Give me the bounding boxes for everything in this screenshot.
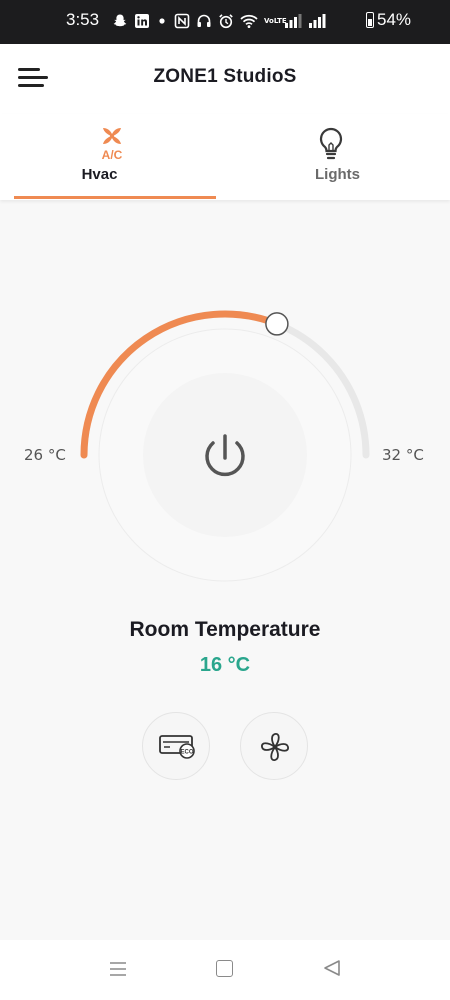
linkedin-icon (135, 14, 149, 28)
navigation-bar (0, 940, 450, 1000)
fan-icon (261, 733, 289, 761)
status-icons: VoLTE (112, 10, 326, 32)
recents-icon[interactable] (108, 960, 128, 978)
tab-lights-label: Lights (315, 166, 360, 183)
bulb-icon (319, 127, 343, 160)
status-time: 3:53 (66, 10, 100, 29)
nfc-icon (174, 13, 190, 29)
battery-indicator: 54% (366, 10, 411, 30)
snapchat-icon (113, 14, 127, 27)
signal-1-icon (285, 14, 302, 28)
room-temperature-value: 16 °C (199, 654, 251, 676)
back-icon[interactable] (322, 958, 342, 978)
eco-ac-icon: ECO (159, 735, 195, 759)
headphones-icon (197, 14, 211, 27)
app-title: ZONE1 StudioS (153, 66, 297, 87)
tab-hvac[interactable]: A/C Hvac (0, 114, 225, 200)
volte-icon: VoLTE (264, 16, 287, 25)
dot-icon (159, 18, 165, 24)
home-icon[interactable] (216, 960, 233, 977)
eco-mode-button[interactable]: ECO (142, 712, 210, 780)
active-tab-indicator (14, 196, 216, 199)
eco-icon-text: ECO (180, 750, 193, 756)
tab-bar: A/C Hvac Lights (0, 114, 450, 200)
thermostat-dial[interactable] (0, 200, 450, 620)
battery-icon (366, 12, 374, 28)
alarm-icon (219, 14, 233, 29)
temperature-knob[interactable] (265, 312, 289, 336)
ac-icon-text: A/C (102, 148, 123, 162)
signal-2-icon (309, 14, 326, 28)
fan-button[interactable] (240, 712, 308, 780)
tab-lights[interactable]: Lights (225, 114, 450, 200)
wifi-icon (240, 14, 258, 28)
min-temp-label: 26 °C (24, 446, 66, 464)
status-bar: 3:53 VoLTE 54% (0, 0, 450, 44)
app-bar: ZONE1 StudioS (0, 44, 450, 114)
battery-percent: 54% (377, 10, 412, 29)
room-temperature-label: Room Temperature (129, 618, 321, 641)
tab-hvac-label: Hvac (81, 166, 118, 183)
max-temp-label: 32 °C (382, 446, 424, 464)
ac-fan-icon: A/C (102, 128, 123, 162)
